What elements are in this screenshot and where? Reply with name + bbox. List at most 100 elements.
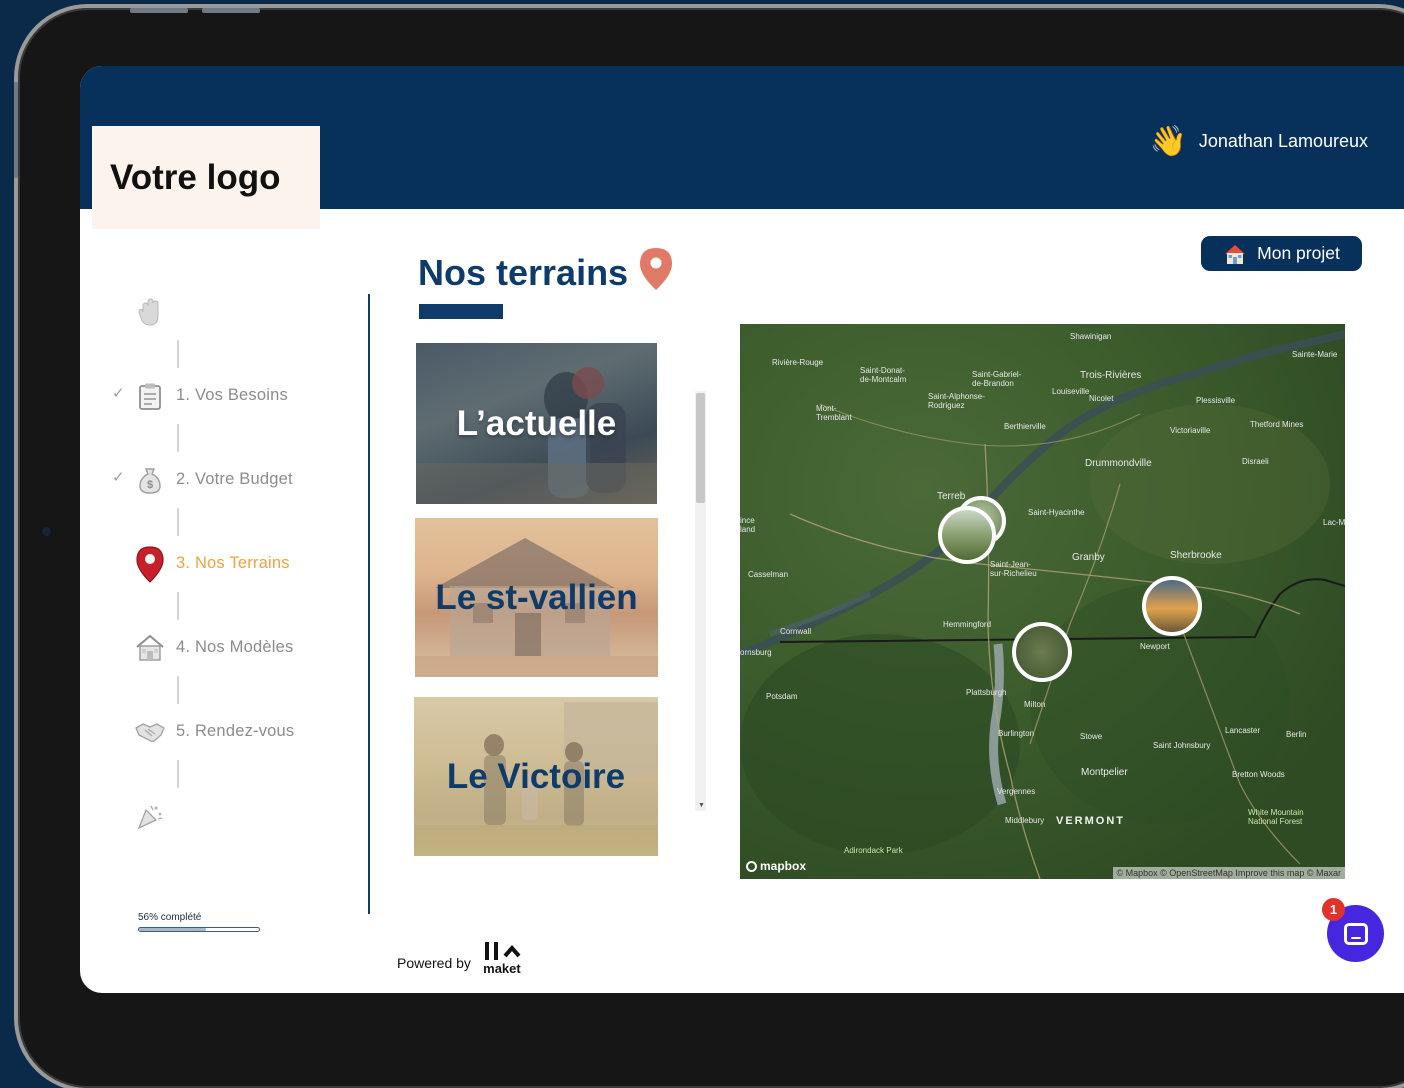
volume-button	[202, 8, 260, 13]
terrain-marker[interactable]	[938, 506, 996, 564]
progress-fill	[139, 928, 207, 931]
map-label: Trois-Rivières	[1080, 370, 1142, 381]
step-connector	[177, 592, 179, 620]
step-connector	[177, 340, 179, 368]
terrain-name: L’actuelle	[456, 403, 617, 443]
terrain-name: Le Victoire	[446, 756, 626, 796]
handshake-icon	[132, 714, 168, 750]
terrain-map[interactable]: Shawinigan Rivière-Rouge Saint-Donat- de…	[740, 324, 1345, 879]
step-connector	[177, 760, 179, 788]
step-final[interactable]	[110, 796, 360, 836]
map-label: Victoriaville	[1170, 426, 1211, 435]
waving-hand-icon	[132, 294, 168, 330]
money-bag-icon: $	[132, 462, 168, 498]
step-rendez-vous[interactable]: 5. Rendez-vous	[110, 712, 360, 752]
map-label: Disraeli	[1242, 457, 1269, 466]
map-label: Sherbrooke	[1170, 550, 1222, 561]
terrain-list-scrollbar[interactable]: ▼	[695, 391, 706, 811]
step-label: 2. Votre Budget	[176, 470, 293, 488]
maket-logo-text: maket	[483, 961, 521, 976]
completion-progress: 56% complété	[138, 912, 260, 932]
map-label: VERMONT	[1056, 815, 1125, 827]
map-label: Saint-Jean- sur-Richelieu	[990, 560, 1037, 578]
map-label: Casselman	[748, 570, 789, 579]
map-label: Cornwall	[780, 627, 812, 636]
map-label: Plessisville	[1196, 396, 1236, 405]
map-label: Potsdam	[766, 692, 798, 701]
map-label: Saint-Alphonse- Rodriguez	[928, 392, 985, 410]
title-underline	[419, 304, 503, 319]
map-label: Sainte-Marie	[1292, 350, 1338, 359]
step-votre-budget[interactable]: ✓ $ 2. Votre Budget	[110, 460, 360, 500]
maket-logo: maket	[481, 940, 523, 975]
waving-hand-icon: 👋	[1149, 125, 1187, 158]
step-label: 4. Nos Modèles	[176, 638, 294, 656]
scroll-down-arrow-icon[interactable]: ▼	[698, 802, 705, 809]
map-label: Mont- Tremblant	[816, 404, 852, 422]
map-label: Saint-Donat- de-Montcalm	[860, 366, 907, 384]
map-pin-icon	[132, 546, 168, 583]
power-button	[14, 82, 18, 178]
user-menu[interactable]: 👋 Jonathan Lamoureux	[1150, 124, 1368, 159]
svg-text:$: $	[147, 479, 153, 491]
map-label: Granby	[1072, 552, 1105, 563]
map-label: Montpelier	[1081, 767, 1128, 778]
map-label: Thetford Mines	[1250, 420, 1304, 429]
user-name: Jonathan Lamoureux	[1198, 131, 1368, 151]
map-label: Vergennes	[997, 787, 1036, 796]
mapbox-logo-icon	[746, 860, 757, 872]
map-label: Adirondack Park	[844, 846, 903, 855]
map-label: Lac-Még	[1323, 518, 1345, 527]
scroll-thumb[interactable]	[696, 393, 705, 503]
step-vos-besoins[interactable]: ✓ 1. Vos Besoins	[110, 376, 360, 416]
map-label: White Mountain National Forest	[1248, 808, 1304, 826]
terrain-card-lactuelle[interactable]: L’actuelle	[416, 343, 657, 504]
map-attribution[interactable]: © Mapbox © OpenStreetMap Improve this ma…	[1112, 867, 1345, 879]
map-label: ornsburg	[740, 648, 772, 657]
step-nos-modeles[interactable]: 4. Nos Modèles	[110, 628, 360, 668]
terrain-card-le-st-vallien[interactable]: Le st-vallien	[415, 518, 658, 677]
sidebar-divider	[368, 294, 370, 914]
progress-label: 56% complété	[138, 912, 202, 923]
progress-bar	[138, 927, 260, 932]
chat-icon	[1343, 922, 1368, 945]
camera-icon	[42, 527, 51, 536]
map-label: Bretton Woods	[1232, 770, 1285, 779]
map-label: Burlington	[998, 729, 1035, 738]
terrain-card-le-victoire[interactable]: Le Victoire	[414, 697, 658, 856]
house-icon	[132, 630, 168, 666]
step-nos-terrains[interactable]: 3. Nos Terrains	[110, 544, 360, 584]
house-icon	[1225, 244, 1246, 264]
step-welcome[interactable]	[110, 292, 360, 332]
map-label: Saint-Gabriel- de-Brandon	[972, 370, 1022, 388]
mapbox-logo[interactable]: mapbox	[746, 859, 806, 873]
step-connector	[177, 676, 179, 704]
page-title: Nos terrains	[418, 252, 629, 293]
mapbox-logo-text: mapbox	[760, 859, 807, 873]
check-icon: ✓	[112, 469, 125, 486]
clipboard-icon	[132, 378, 168, 414]
map-label: Shawinigan	[1070, 332, 1112, 341]
map-label: Plattsburgh	[966, 688, 1007, 697]
map-label: Stowe	[1080, 732, 1103, 741]
map-label: Saint-Hyacinthe	[1028, 508, 1085, 517]
map-label: Milton	[1024, 700, 1046, 709]
step-label: 1. Vos Besoins	[176, 386, 288, 404]
mon-projet-button[interactable]: Mon projet	[1201, 236, 1362, 271]
map-label: ince land	[740, 516, 756, 534]
maket-logo-mark	[484, 942, 521, 960]
map-pin-icon	[640, 248, 672, 290]
terrain-marker[interactable]	[1142, 576, 1202, 636]
powered-by-text: Powered by	[397, 955, 471, 971]
map-label: Saint Johnsbury	[1153, 741, 1211, 750]
map-label: Middlebury	[1005, 816, 1045, 825]
map-label: Drummondville	[1085, 458, 1152, 469]
terrain-marker[interactable]	[1012, 622, 1072, 682]
map-label: Lancaster	[1225, 726, 1261, 735]
powered-by[interactable]: Powered by maket	[397, 940, 523, 975]
logo[interactable]: Votre logo	[92, 126, 320, 229]
step-connector	[177, 508, 179, 536]
map-label: Newport	[1140, 642, 1170, 651]
step-connector	[177, 424, 179, 452]
map-label: Berlin	[1286, 730, 1307, 739]
